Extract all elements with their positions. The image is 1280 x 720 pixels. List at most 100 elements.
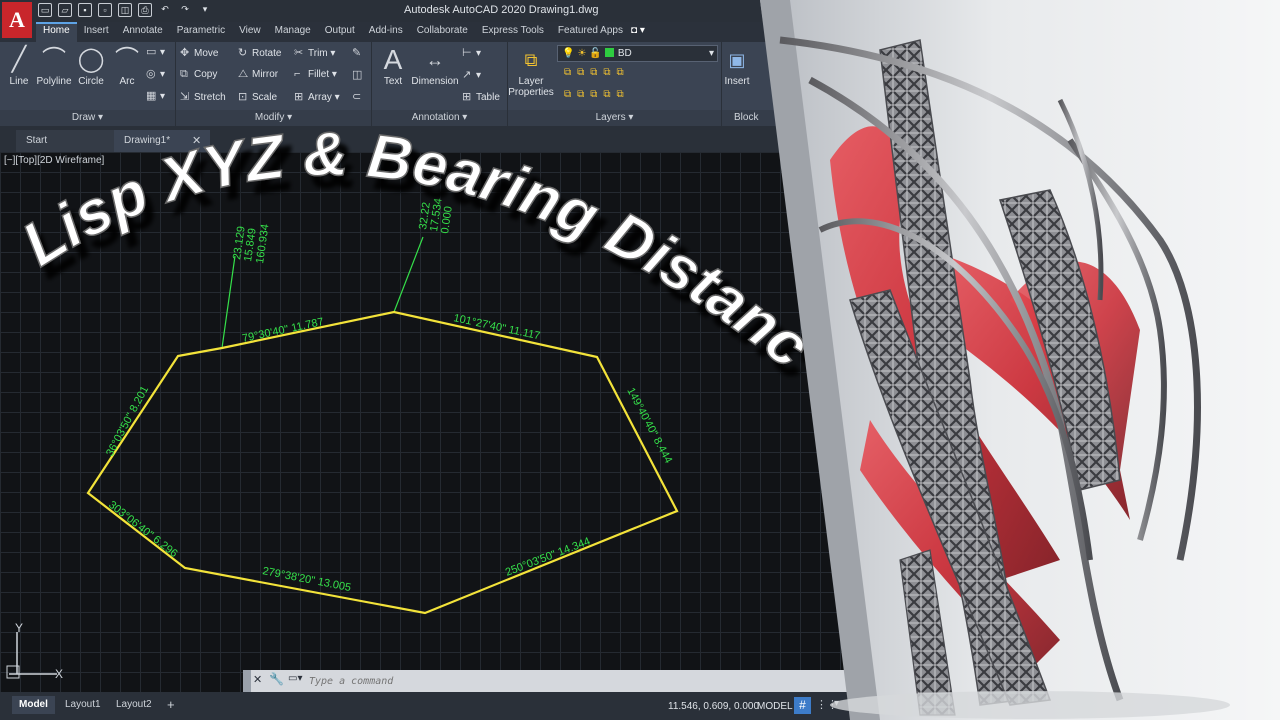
layer-tools-row-1[interactable]: ⧉⧉⧉⧉⧉	[564, 67, 630, 78]
polyline-tool[interactable]: ⌒ Polyline	[34, 44, 74, 87]
tab-layout1[interactable]: Layout1	[58, 696, 108, 714]
tab-express-tools[interactable]: Express Tools	[475, 22, 551, 42]
segment-label: 79°30'40" 11.787	[241, 316, 325, 345]
stretch-tool[interactable]: ⇲ Stretch	[180, 90, 226, 103]
scale-tool[interactable]: ⊡ Scale	[238, 90, 277, 103]
draw-panel-title[interactable]: Draw ▾	[0, 110, 175, 126]
tab-model[interactable]: Model	[12, 696, 55, 714]
arc-icon: ⌒	[115, 46, 139, 73]
save-as-icon[interactable]: ▫	[98, 3, 112, 17]
autocad-window: ▭ ▱ ▪ ▫ ◫ ⎙ ↶ ↷ ▾ Autodesk AutoCAD 2020 …	[0, 0, 860, 720]
layer-properties-label: Layer Properties	[508, 76, 554, 98]
arc-label: Arc	[119, 76, 135, 87]
status-bar: Model Layout1 Layout2 + 11.546, 0.609, 0…	[0, 692, 860, 720]
open-folder-icon[interactable]: ▱	[58, 3, 72, 17]
tab-add-ins[interactable]: Add-ins	[362, 22, 410, 42]
array-tool[interactable]: ⊞ Array ▾	[294, 90, 340, 103]
trim-tool[interactable]: ✂ Trim ▾	[294, 46, 335, 59]
tab-home[interactable]: Home	[36, 22, 77, 42]
closed-polyline[interactable]	[86, 310, 679, 615]
tab-layout2[interactable]: Layout2	[109, 696, 159, 714]
save-icon[interactable]: ▪	[78, 3, 92, 17]
tab-manage[interactable]: Manage	[268, 22, 318, 42]
copy-icon: ⧉	[180, 68, 188, 80]
close-icon[interactable]: ✕	[253, 673, 262, 686]
polyline-label: Polyline	[36, 76, 72, 87]
segment-label: 303°06'40" 6.296	[106, 499, 179, 560]
layer-dropdown[interactable]: 💡☀🔓 BD ▾	[557, 45, 718, 62]
linear-dimension-icon[interactable]: ⊢ ▾	[462, 46, 481, 59]
annotation-panel-title[interactable]: Annotation ▾	[372, 110, 507, 126]
leader-icon[interactable]: ↗ ▾	[462, 68, 481, 81]
tab-annotate[interactable]: Annotate	[116, 22, 170, 42]
qat-menu-icon[interactable]: ▾	[198, 3, 212, 17]
web-save-icon[interactable]: ◫	[118, 3, 132, 17]
tab-collaborate[interactable]: Collaborate	[410, 22, 475, 42]
table-tool[interactable]: ⊞ Table	[462, 90, 500, 103]
circle-tool[interactable]: ◯ Circle	[72, 44, 110, 87]
undo-icon[interactable]: ↶	[158, 3, 172, 17]
explode-icon[interactable]: ◫	[352, 68, 366, 81]
rotate-tool[interactable]: ↻ Rotate	[238, 46, 281, 59]
move-icon: ✥	[180, 47, 190, 59]
drag-handle[interactable]	[243, 670, 251, 692]
new-file-icon[interactable]: ▭	[38, 3, 52, 17]
trim-icon: ✂	[294, 47, 304, 59]
array-label: Array	[308, 92, 332, 103]
arc-tool[interactable]: ⌒ Arc	[108, 44, 146, 87]
layer-properties-icon: ⧉	[524, 50, 538, 70]
tab-insert[interactable]: Insert	[77, 22, 116, 42]
window-title: Autodesk AutoCAD 2020 Drawing1.dwg	[404, 4, 599, 16]
hatch-icon[interactable]: ◎ ▾	[146, 67, 165, 80]
mirror-tool[interactable]: ⧍ Mirror	[238, 68, 278, 81]
scale-icon: ⊡	[238, 91, 248, 103]
drawing-viewport[interactable]: [−][Top][2D Wireframe] 79°30'40" 11.787 …	[0, 152, 860, 692]
insert-tool[interactable]: ▣ Insert	[722, 44, 752, 87]
modify-panel-title[interactable]: Modify ▾	[176, 110, 371, 126]
wrench-icon[interactable]: 🔧	[269, 672, 284, 686]
insert-label: Insert	[724, 76, 750, 87]
tab-featured-apps[interactable]: Featured Apps	[551, 22, 630, 42]
file-tab-bar: Start Drawing1* ✕	[0, 126, 860, 152]
segment-label: 250°03'50" 14.344	[504, 535, 592, 578]
scale-label: Scale	[252, 92, 278, 103]
quick-access-toolbar: ▭ ▱ ▪ ▫ ◫ ⎙ ↶ ↷ ▾	[38, 3, 212, 17]
dimension-tool[interactable]: ↔ Dimension	[410, 44, 460, 87]
trim-label: Trim	[308, 48, 328, 59]
erase-icon[interactable]: ✎	[352, 46, 366, 59]
layers-panel-title[interactable]: Layers ▾	[508, 110, 721, 126]
fillet-tool[interactable]: ⌐ Fillet ▾	[294, 68, 337, 80]
copy-tool[interactable]: ⧉ Copy	[180, 68, 217, 81]
print-icon[interactable]: ⎙	[138, 3, 152, 17]
dimension-label: Dimension	[411, 76, 459, 87]
redo-icon[interactable]: ↷	[178, 3, 192, 17]
tab-output[interactable]: Output	[318, 22, 362, 42]
copy-label: Copy	[194, 69, 218, 80]
line-tool[interactable]: ╱ Line	[0, 44, 38, 87]
leader-line	[393, 236, 424, 313]
fillet-icon: ⌐	[294, 68, 301, 80]
tab-parametric[interactable]: Parametric	[170, 22, 232, 42]
dimension-icon: ↔	[426, 50, 444, 70]
offset-icon[interactable]: ⊂	[352, 90, 366, 103]
text-tool[interactable]: A Text	[374, 44, 412, 87]
boundary-icon[interactable]: ▦ ▾	[146, 89, 165, 102]
ucs-y-label: Y	[15, 622, 23, 635]
modify-panel: ✥ Move ↻ Rotate ✂ Trim ▾ ✎ ⧉ Copy ⧍ Mirror ⌐ F…	[176, 42, 372, 126]
layer-tools-row-2[interactable]: ⧉⧉⧉⧉⧉	[564, 89, 630, 100]
rectangle-icon[interactable]: ▭ ▾	[146, 45, 165, 58]
rotate-icon: ↻	[238, 47, 248, 59]
insert-icon: ▣	[728, 50, 746, 70]
application-menu-button[interactable]: A	[2, 2, 32, 38]
layer-properties-tool[interactable]: ⧉ Layer Properties	[508, 44, 554, 98]
add-layout-button[interactable]: +	[160, 696, 182, 714]
tab-start[interactable]: Start	[16, 130, 116, 152]
stretch-label: Stretch	[194, 92, 226, 103]
tab-view[interactable]: View	[232, 22, 268, 42]
ribbon-options-icon[interactable]: ◘ ▾	[631, 25, 651, 37]
move-tool[interactable]: ✥ Move	[180, 46, 218, 59]
text-label: Text	[383, 76, 403, 87]
layers-panel: ⧉ Layer Properties 💡☀🔓 BD ▾ ⧉⧉⧉⧉⧉ ⧉⧉⧉⧉⧉ L…	[508, 42, 722, 126]
close-icon[interactable]: ✕	[192, 130, 201, 152]
command-history-icon[interactable]: ▭▾	[288, 673, 302, 684]
